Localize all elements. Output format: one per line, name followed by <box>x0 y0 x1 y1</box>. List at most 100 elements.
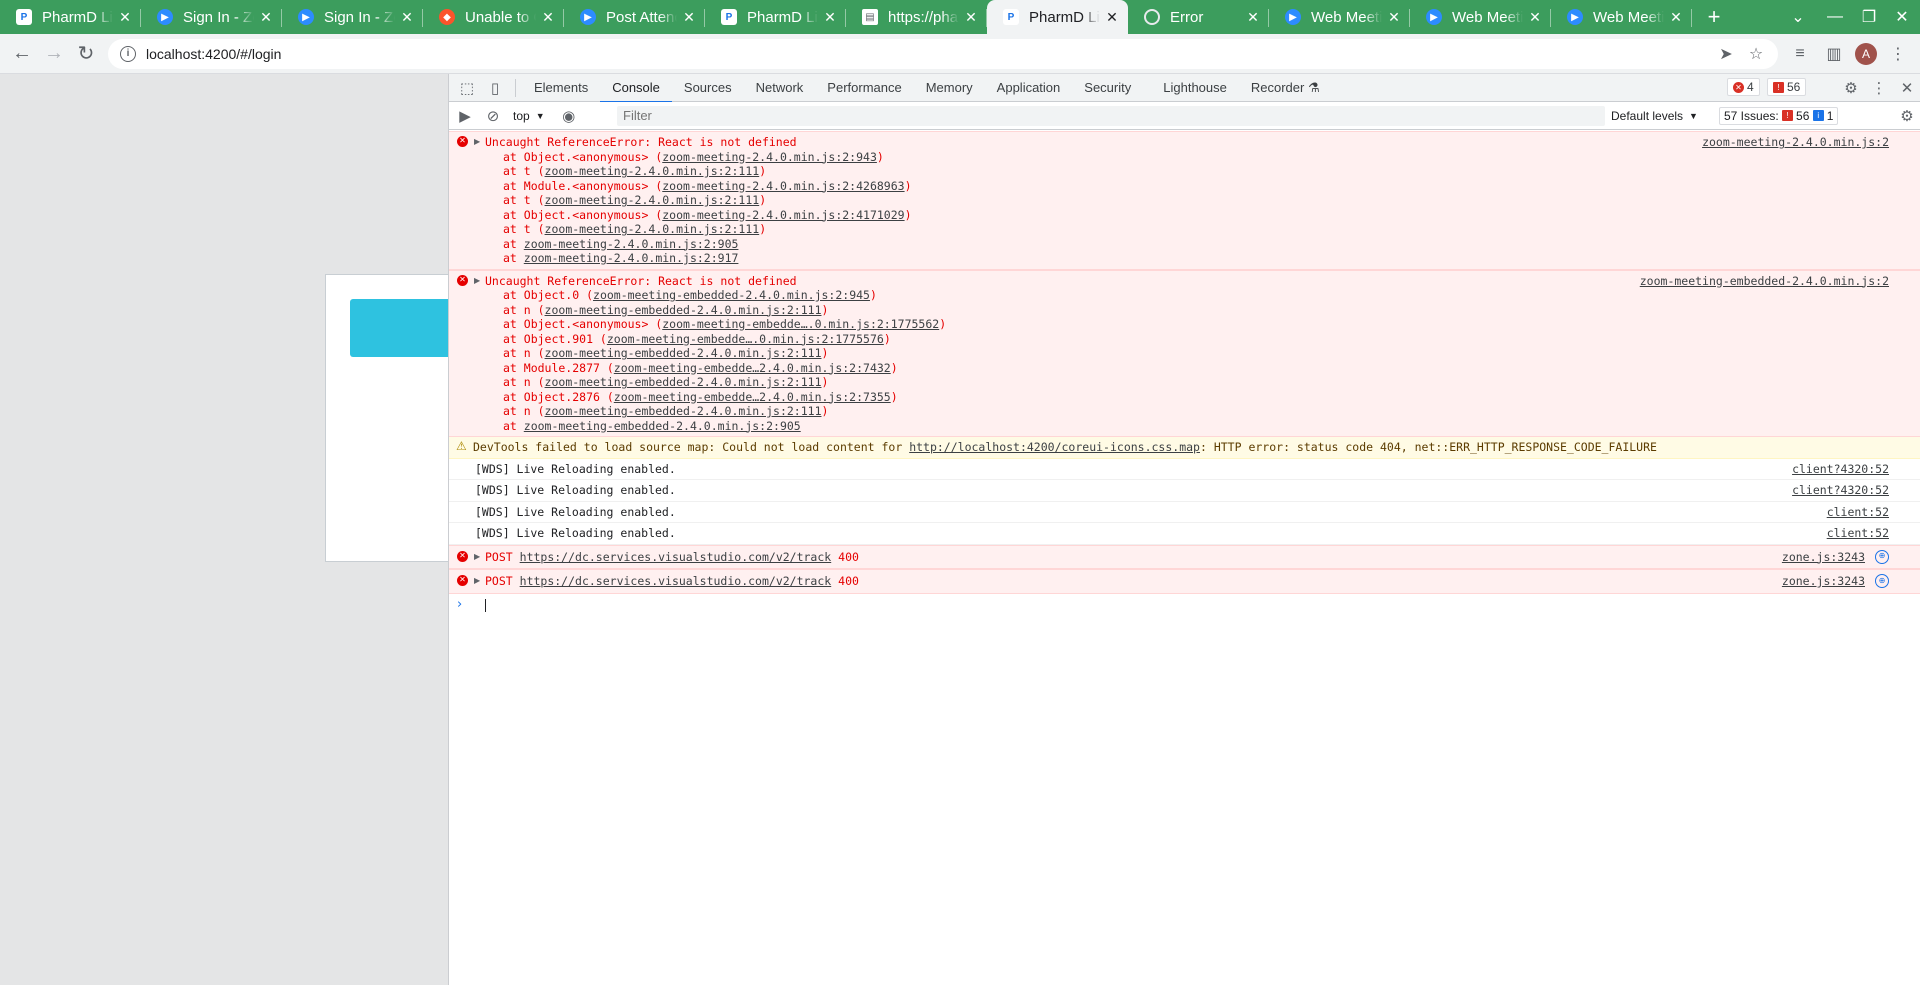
browser-tab[interactable]: ◆ Unable to Connect ✕ <box>423 0 564 34</box>
tab-close-icon[interactable]: ✕ <box>681 9 697 25</box>
tab-security[interactable]: Security <box>1072 74 1143 102</box>
console-filter-input[interactable] <box>617 105 1605 126</box>
info-icon[interactable]: i <box>120 45 136 62</box>
device-toolbar-icon[interactable]: ▯ <box>481 74 509 102</box>
source-link[interactable]: zone.js:3243 <box>1782 574 1865 589</box>
tab-lighthouse[interactable]: Lighthouse <box>1151 74 1239 102</box>
frame-link[interactable]: zoom-meeting-2.4.0.min.js:2:111 <box>545 222 760 236</box>
bookmark-star-icon[interactable]: ☆ <box>1744 42 1768 66</box>
tab-close-icon[interactable]: ✕ <box>1104 9 1120 25</box>
settings-gear-icon[interactable]: ⚙ <box>1837 74 1865 102</box>
network-globe-icon[interactable]: ⊕ <box>1875 574 1889 588</box>
tab-close-icon[interactable]: ✕ <box>540 9 556 25</box>
kebab-menu-icon[interactable]: ⋮ <box>1882 38 1914 70</box>
tab-close-icon[interactable]: ✕ <box>399 9 415 25</box>
source-link[interactable]: zoom-meeting-2.4.0.min.js:2 <box>1702 135 1889 150</box>
tab-performance[interactable]: Performance <box>815 74 913 102</box>
request-url[interactable]: https://dc.services.visualstudio.com/v2/… <box>520 574 832 588</box>
frame-link[interactable]: zoom-meeting-embedded-2.4.0.min.js:2:945 <box>593 288 870 302</box>
browser-tab-active[interactable]: P PharmD Live ✕ <box>987 0 1128 34</box>
tab-memory[interactable]: Memory <box>914 74 985 102</box>
frame-link[interactable]: zoom-meeting-2.4.0.min.js:2:111 <box>545 193 760 207</box>
restore-icon[interactable]: ❐ <box>1851 0 1887 34</box>
back-arrow-icon[interactable]: ← <box>6 38 38 70</box>
network-globe-icon[interactable]: ⊕ <box>1875 549 1889 564</box>
frame-link[interactable]: zoom-meeting-2.4.0.min.js:2:905 <box>524 237 739 251</box>
frame-link[interactable]: zoom-meeting-2.4.0.min.js:2:943 <box>662 150 877 164</box>
address-bar[interactable]: i localhost:4200/#/login ➤ ☆ <box>108 38 1778 69</box>
devtools-close-icon[interactable]: ✕ <box>1893 74 1920 102</box>
frame-link[interactable]: zoom-meeting-2.4.0.min.js:2:917 <box>524 251 739 265</box>
tab-recorder[interactable]: Recorder ⚗ <box>1239 74 1332 102</box>
clear-console-icon[interactable]: ⊘ <box>479 102 507 130</box>
frame-link[interactable]: zoom-meeting-embedded-2.4.0.min.js:2:111 <box>545 303 822 317</box>
source-link[interactable]: client:52 <box>1827 526 1889 541</box>
tab-close-icon[interactable]: ✕ <box>117 9 133 25</box>
window-close-icon[interactable]: ✕ <box>1884 0 1920 34</box>
browser-tab[interactable]: ▶ Sign In - Zoom ✕ <box>282 0 423 34</box>
tab-close-icon[interactable]: ✕ <box>1527 9 1543 25</box>
frame-link[interactable]: zoom-meeting-embedded-2.4.0.min.js:2:111 <box>545 346 822 360</box>
source-link[interactable]: client?4320:52 <box>1792 462 1889 477</box>
forward-arrow-icon[interactable]: → <box>38 38 70 70</box>
frame-link[interactable]: zoom-meeting-embedde….0.min.js:2:1775576 <box>607 332 884 346</box>
tab-close-icon[interactable]: ✕ <box>822 9 838 25</box>
frame-link[interactable]: zoom-meeting-embedded-2.4.0.min.js:2:905 <box>524 419 801 433</box>
frame-link[interactable]: zoom-meeting-2.4.0.min.js:2:4268963 <box>662 179 904 193</box>
live-expression-eye-icon[interactable]: ◉ <box>555 102 583 130</box>
frame-link[interactable]: zoom-meeting-embedde….0.min.js:2:1775562 <box>662 317 939 331</box>
console-settings-gear-icon[interactable]: ⚙ <box>1893 102 1920 130</box>
source-link[interactable]: zone.js:3243 <box>1782 550 1865 565</box>
frame-link[interactable]: zoom-meeting-embedded-2.4.0.min.js:2:111 <box>545 404 822 418</box>
issues-button[interactable]: 57 Issues: ! 56 i1 <box>1719 106 1839 125</box>
profile-button[interactable]: A <box>1850 38 1882 70</box>
browser-tab[interactable]: P PharmD Live ✕ <box>0 0 141 34</box>
tab-close-icon[interactable]: ✕ <box>1386 9 1402 25</box>
tab-close-icon[interactable]: ✕ <box>258 9 274 25</box>
issue-count-badge[interactable]: ! 56 <box>1767 78 1807 96</box>
frame-link[interactable]: zoom-meeting-embedde…2.4.0.min.js:2:7432 <box>614 361 891 375</box>
frame-link[interactable]: zoom-meeting-2.4.0.min.js:2:111 <box>545 164 760 178</box>
tab-application[interactable]: Application <box>985 74 1073 102</box>
request-url[interactable]: https://dc.services.visualstudio.com/v2/… <box>520 550 832 564</box>
expand-triangle-icon[interactable]: ▶ <box>474 574 480 589</box>
browser-tab[interactable]: ▶ Web Meeting ✕ <box>1551 0 1692 34</box>
side-panel-icon[interactable]: ▥ <box>1818 38 1850 70</box>
tab-console[interactable]: Console <box>600 74 672 103</box>
minimize-icon[interactable]: — <box>1817 0 1853 34</box>
reload-icon[interactable]: ↻ <box>70 38 102 70</box>
expand-triangle-icon[interactable]: ▶ <box>474 550 480 565</box>
tab-close-icon[interactable]: ✕ <box>1668 9 1684 25</box>
log-levels-dropdown[interactable]: Default levels ▼ <box>1611 109 1698 123</box>
tab-sources[interactable]: Sources <box>672 74 744 102</box>
browser-tab[interactable]: ▶ Post Attendee ✕ <box>564 0 705 34</box>
browser-tab[interactable]: ▤ https://pharmd ✕ <box>846 0 987 34</box>
context-selector[interactable]: top ▼ <box>507 109 551 123</box>
browser-tab[interactable]: ▶ Sign In - Zoom ✕ <box>141 0 282 34</box>
source-link[interactable]: zoom-meeting-embedded-2.4.0.min.js:2 <box>1640 274 1889 289</box>
console-prompt[interactable]: › <box>449 594 1920 616</box>
browser-tab[interactable]: ▶ Web Meeting ✕ <box>1410 0 1551 34</box>
browser-tab[interactable]: ▶ Web Meeting ✕ <box>1269 0 1410 34</box>
source-link[interactable]: client:52 <box>1827 505 1889 520</box>
media-control-icon[interactable]: ≡ <box>1784 38 1816 70</box>
tab-close-icon[interactable]: ✕ <box>1245 9 1261 25</box>
tab-close-icon[interactable]: ✕ <box>963 9 979 25</box>
warning-link[interactable]: http://localhost:4200/coreui-icons.css.m… <box>909 440 1200 454</box>
frame-link[interactable]: zoom-meeting-2.4.0.min.js:2:4171029 <box>662 208 904 222</box>
inspect-element-icon[interactable]: ⬚ <box>453 74 481 102</box>
browser-tab[interactable]: P PharmD Live ✕ <box>705 0 846 34</box>
frame-link[interactable]: zoom-meeting-embedde…2.4.0.min.js:2:7355 <box>614 390 891 404</box>
login-header-button[interactable] <box>350 299 460 357</box>
send-tab-icon[interactable]: ➤ <box>1714 42 1738 66</box>
tab-elements[interactable]: Elements <box>522 74 600 102</box>
new-tab-button[interactable]: + <box>1698 0 1730 34</box>
address-url[interactable]: localhost:4200/#/login <box>146 46 281 62</box>
tab-search-icon[interactable]: ⌄ <box>1780 0 1816 34</box>
tab-network[interactable]: Network <box>744 74 816 102</box>
frame-link[interactable]: zoom-meeting-embedded-2.4.0.min.js:2:111 <box>545 375 822 389</box>
browser-tab[interactable]: Error ✕ <box>1128 0 1269 34</box>
expand-triangle-icon[interactable]: ▶ <box>474 135 480 150</box>
error-count-badge[interactable]: ✕ 4 <box>1727 78 1760 96</box>
expand-triangle-icon[interactable]: ▶ <box>474 274 480 289</box>
